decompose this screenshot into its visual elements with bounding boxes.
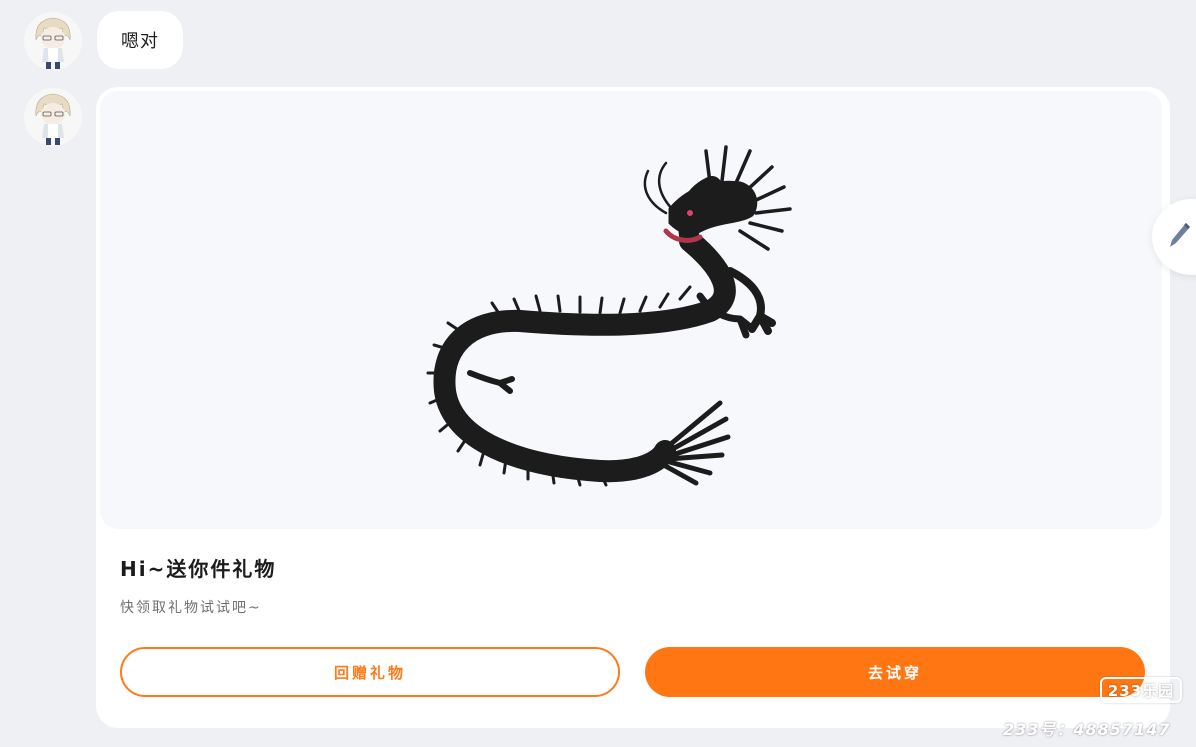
gift-image[interactable] [100,91,1162,529]
dragon-image [426,145,792,487]
pencil-icon [1170,223,1190,247]
message-text: 嗯对 [121,31,159,52]
watermark-id: 233号：48857147 [1003,720,1171,739]
avatar[interactable] [24,12,82,70]
gift-subtitle: 快领取礼物试试吧~ [120,600,262,616]
avatar[interactable] [24,88,82,146]
message-bubble[interactable]: 嗯对 [97,11,183,69]
gift-card[interactable]: Hi~送你件礼物 快领取礼物试试吧~ 回赠礼物 去试穿 [96,87,1170,728]
try-on-button[interactable]: 去试穿 [645,647,1145,697]
reply-gift-button[interactable]: 回赠礼物 [120,647,620,697]
watermark-logo: 233乐园 [1100,677,1182,703]
gift-title: Hi~送你件礼物 [120,557,277,581]
